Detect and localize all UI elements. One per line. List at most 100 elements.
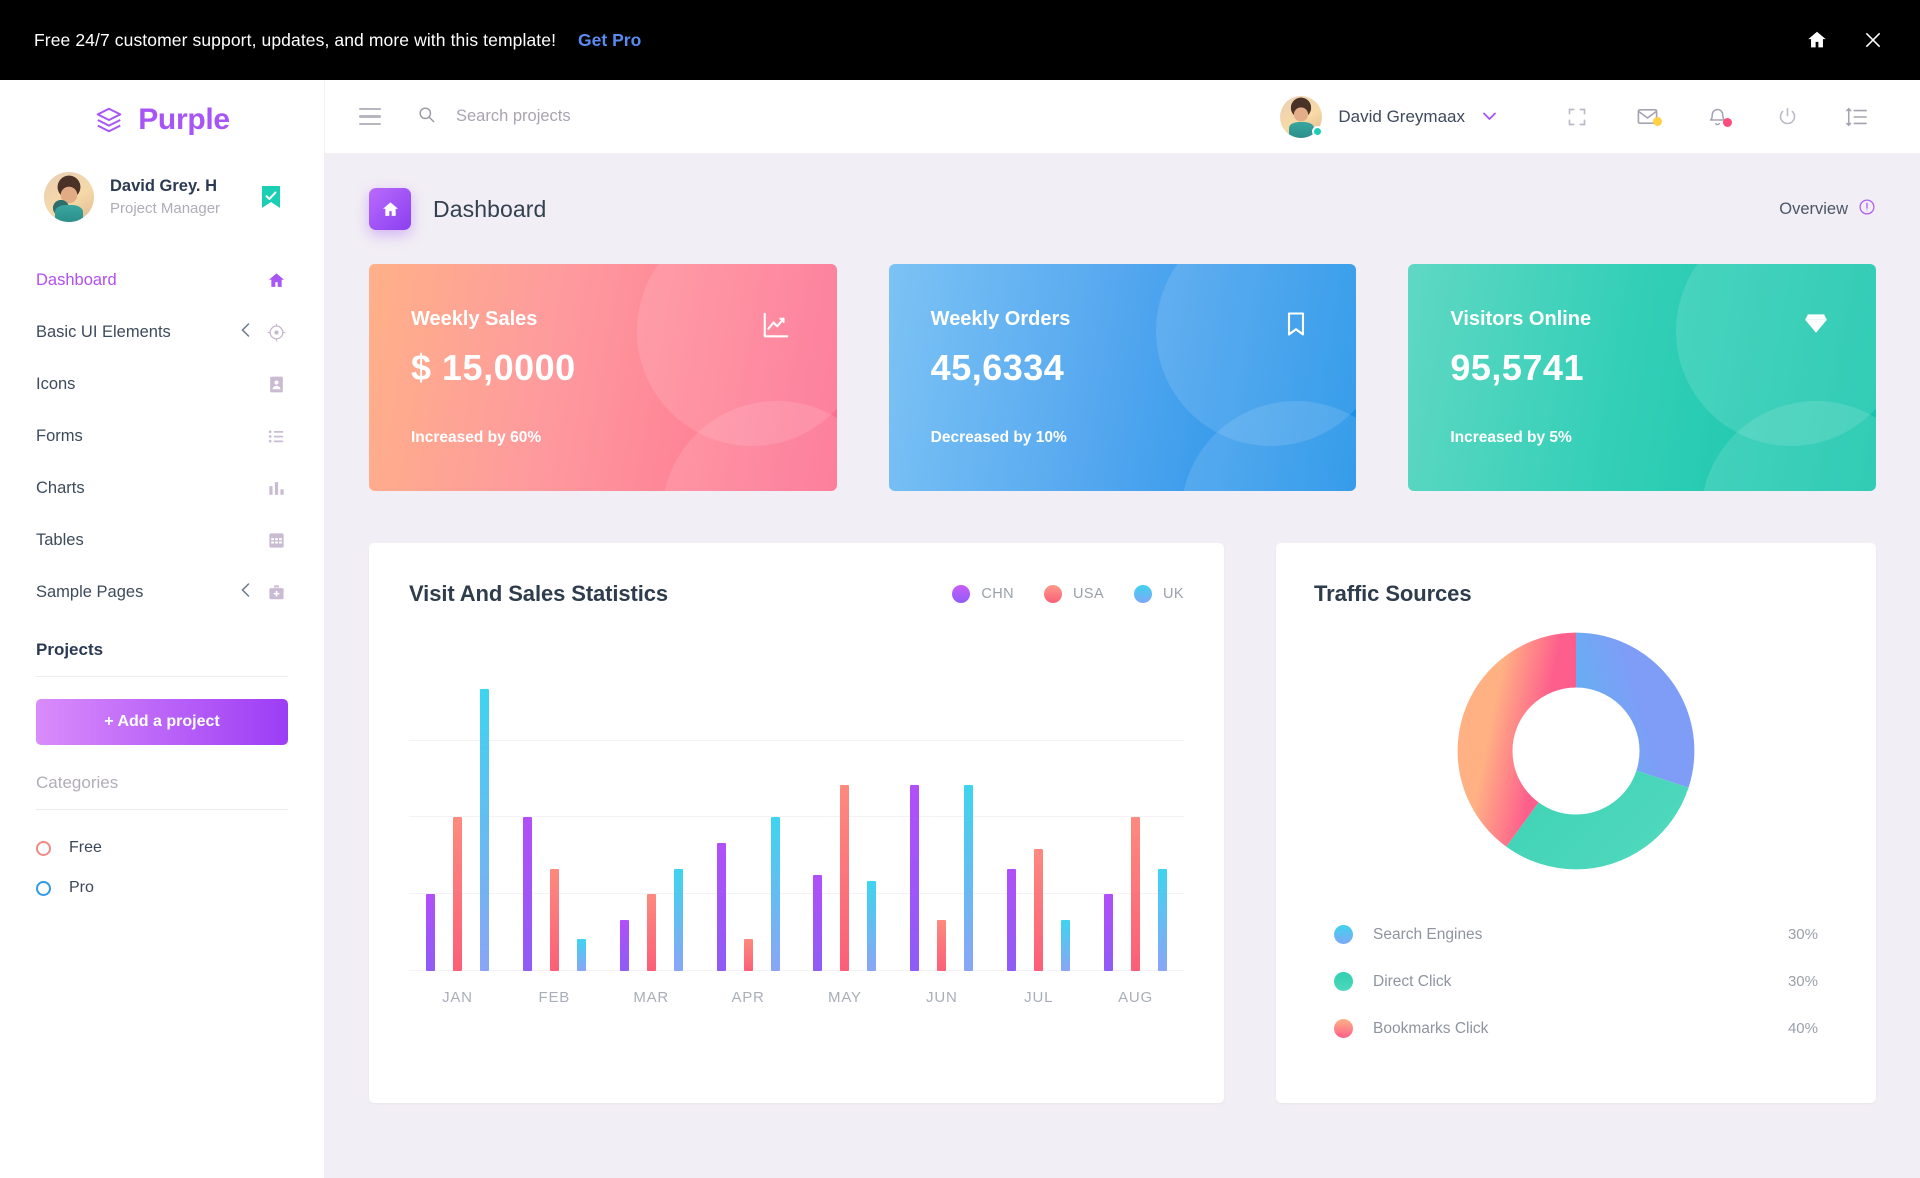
close-icon[interactable] xyxy=(1860,27,1886,53)
donut-legend-percent: 30% xyxy=(1787,973,1818,990)
donut-legend-row[interactable]: Search Engines 30% xyxy=(1314,911,1838,958)
overview-action[interactable]: Overview xyxy=(1779,198,1876,221)
bookmark-icon xyxy=(1282,310,1310,343)
donut-legend-label: Bookmarks Click xyxy=(1373,1019,1489,1037)
bar-group xyxy=(893,651,990,971)
donut-legend-row[interactable]: Bookmarks Click 40% xyxy=(1314,1005,1838,1052)
bar-chn[interactable] xyxy=(716,843,726,971)
sidebar-profile[interactable]: David Grey. H Project Manager xyxy=(0,152,324,240)
medkit-icon xyxy=(266,582,286,602)
bar-usa[interactable] xyxy=(549,868,559,971)
sidebar-item-forms[interactable]: Forms xyxy=(0,410,324,462)
bar-uk[interactable] xyxy=(673,868,683,971)
legend-item[interactable]: CHN xyxy=(952,585,1014,603)
bar-usa[interactable] xyxy=(840,785,850,971)
bar-group xyxy=(1087,651,1184,971)
main-area: David Greymaax xyxy=(325,80,1920,1178)
brand-logo[interactable]: Purple xyxy=(0,80,324,152)
legend-item[interactable]: UK xyxy=(1134,585,1184,603)
fullscreen-icon[interactable] xyxy=(1542,107,1612,127)
decorative-blob xyxy=(1181,401,1357,491)
notification-badge xyxy=(1723,118,1732,127)
chevron-left-icon xyxy=(241,323,250,341)
bell-icon[interactable] xyxy=(1682,106,1752,127)
add-project-button[interactable]: + Add a project xyxy=(36,699,288,745)
bar-usa[interactable] xyxy=(1034,849,1044,971)
mail-badge xyxy=(1653,117,1662,126)
legend-label: UK xyxy=(1163,586,1184,602)
home-icon xyxy=(266,270,286,290)
get-pro-link[interactable]: Get Pro xyxy=(578,30,641,51)
mail-icon[interactable] xyxy=(1612,105,1682,128)
hamburger-icon[interactable] xyxy=(359,107,381,126)
categories-title: Categories xyxy=(36,773,119,792)
bar-chn[interactable] xyxy=(910,785,920,971)
profile-name: David Grey. H xyxy=(110,176,217,195)
stat-card-title: Weekly Sales xyxy=(411,308,538,330)
bar-uk[interactable] xyxy=(1158,868,1168,971)
home-icon xyxy=(369,188,411,230)
power-icon[interactable] xyxy=(1752,106,1822,127)
bar-chn[interactable] xyxy=(522,817,532,971)
avatar xyxy=(1280,95,1324,138)
overview-label: Overview xyxy=(1779,199,1848,218)
sidebar-item-tables[interactable]: Tables xyxy=(0,514,324,566)
bar-chn[interactable] xyxy=(619,919,629,971)
bar-chn[interactable] xyxy=(1007,868,1017,971)
legend-label: CHN xyxy=(981,586,1015,602)
bar-usa[interactable] xyxy=(646,894,656,971)
topbar-actions: David Greymaax xyxy=(1280,95,1892,138)
bar-usa[interactable] xyxy=(1131,817,1141,971)
bar-uk[interactable] xyxy=(964,785,974,971)
chart-legend: CHN USA UK xyxy=(952,585,1184,603)
bar-group xyxy=(603,651,700,971)
category-item-free[interactable]: Free xyxy=(36,828,288,868)
sidebar-item-sample-pages[interactable]: Sample Pages xyxy=(0,566,324,618)
bar-chart xyxy=(409,651,1184,971)
category-item-pro[interactable]: Pro xyxy=(36,868,288,908)
x-axis-label: JAN xyxy=(442,989,473,1006)
stat-card-weekly-sales[interactable]: Weekly Sales $ 15,0000 Increased by 60% xyxy=(369,264,837,491)
legend-label: USA xyxy=(1073,586,1105,602)
bar-uk[interactable] xyxy=(867,881,877,971)
bar-usa[interactable] xyxy=(452,817,462,971)
sidebar-item-label: Forms xyxy=(36,426,83,445)
brand-name: Purple xyxy=(138,103,230,136)
bar-group xyxy=(797,651,894,971)
online-status-dot xyxy=(1312,125,1324,137)
x-axis-label: AUG xyxy=(1118,989,1154,1006)
bar-chn[interactable] xyxy=(1104,894,1114,971)
donut-legend-row[interactable]: Direct Click 30% xyxy=(1314,958,1838,1005)
panel-title: Traffic Sources xyxy=(1314,581,1472,606)
bar-chn[interactable] xyxy=(425,894,435,971)
legend-item[interactable]: USA xyxy=(1044,585,1104,603)
bar-usa[interactable] xyxy=(743,939,753,971)
bar-series-host xyxy=(409,651,1184,971)
x-axis-label: APR xyxy=(731,989,765,1006)
user-menu[interactable]: David Greymaax xyxy=(1280,95,1496,138)
bar-uk[interactable] xyxy=(576,939,586,971)
chart-x-axis-labels: JAN FEB MAR APR MAY JUN JUL AUG xyxy=(409,989,1184,1006)
stat-card-weekly-orders[interactable]: Weekly Orders 45,6334 Decreased by 10% xyxy=(888,264,1357,491)
search-input[interactable] xyxy=(456,107,776,126)
sidebar-item-icons[interactable]: Icons xyxy=(0,358,324,410)
promo-banner: Free 24/7 customer support, updates, and… xyxy=(0,0,1920,80)
stat-card-visitors-online[interactable]: Visitors Online 95,5741 Increased by 5% xyxy=(1408,264,1877,491)
home-icon[interactable] xyxy=(1804,27,1830,53)
content-area: Dashboard Overview Weekly Sales $ 15,000… xyxy=(325,154,1920,1178)
bar-usa[interactable] xyxy=(937,919,947,971)
sidebar-item-charts[interactable]: Charts xyxy=(0,462,324,514)
bar-chn[interactable] xyxy=(813,875,823,971)
sidebar-item-dashboard[interactable]: Dashboard xyxy=(0,254,324,306)
bar-group xyxy=(990,651,1087,971)
projects-section-header: Projects xyxy=(0,618,324,660)
bar-uk[interactable] xyxy=(1061,919,1071,971)
category-label: Pro xyxy=(69,879,94,896)
search-icon[interactable] xyxy=(417,105,436,129)
bar-uk[interactable] xyxy=(770,817,780,971)
list-format-icon[interactable] xyxy=(1822,106,1892,128)
stat-card-title: Weekly Orders xyxy=(930,308,1071,330)
bar-uk[interactable] xyxy=(479,689,489,971)
grid-icon xyxy=(266,530,286,550)
sidebar-item-basic-ui-elements[interactable]: Basic UI Elements xyxy=(0,306,324,358)
